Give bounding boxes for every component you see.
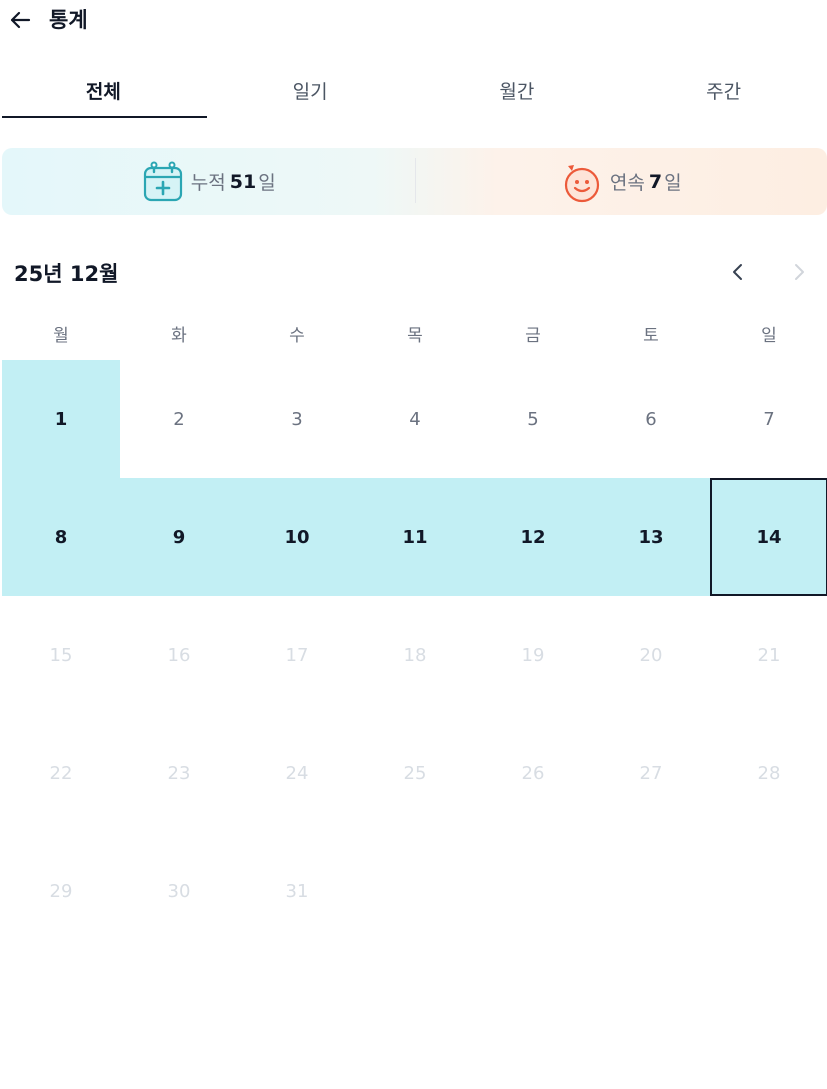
weekday-label: 수 bbox=[289, 325, 305, 346]
calendar-day[interactable]: 20 bbox=[592, 596, 710, 714]
calendar-day[interactable]: 19 bbox=[474, 596, 592, 714]
cumulative-unit: 일 bbox=[258, 172, 276, 194]
stats-summary-card: 누적 51 일 연속 7 일 bbox=[2, 148, 827, 215]
calendar-day[interactable]: 9 bbox=[120, 478, 238, 596]
calendar-day[interactable]: 14 bbox=[710, 478, 827, 596]
calendar-day[interactable]: 7 bbox=[710, 360, 827, 478]
weekday-label: 월 bbox=[53, 325, 69, 346]
tab-diary[interactable]: 일기 bbox=[207, 62, 414, 118]
tab-monthly[interactable]: 월간 bbox=[414, 62, 621, 118]
streak-days-stat: 연속 7 일 bbox=[415, 148, 827, 215]
calendar-day[interactable]: 5 bbox=[474, 360, 592, 478]
calendar-day[interactable]: 8 bbox=[2, 478, 120, 596]
header: 통계 bbox=[0, 0, 827, 40]
calendar-day[interactable]: 21 bbox=[710, 596, 827, 714]
page-title: 통계 bbox=[49, 8, 88, 32]
calendar-day[interactable]: 3 bbox=[238, 360, 356, 478]
calendar-day[interactable]: 28 bbox=[710, 714, 827, 832]
weekday-label: 금 bbox=[525, 325, 541, 346]
tab-weekly[interactable]: 주간 bbox=[620, 62, 827, 118]
calendar-day[interactable]: 30 bbox=[120, 832, 238, 950]
month-navigation: 25년 12월 bbox=[0, 250, 827, 294]
calendar-day[interactable]: 25 bbox=[356, 714, 474, 832]
calendar-day[interactable]: 29 bbox=[2, 832, 120, 950]
streak-label: 연속 bbox=[609, 172, 645, 194]
calendar-day[interactable]: 27 bbox=[592, 714, 710, 832]
weekday-label: 목 bbox=[407, 325, 423, 346]
calendar-day[interactable]: 15 bbox=[2, 596, 120, 714]
tab-all[interactable]: 전체 bbox=[0, 62, 207, 118]
calendar-day[interactable]: 12 bbox=[474, 478, 592, 596]
arrow-left-icon bbox=[10, 11, 31, 29]
calendar-day[interactable]: 26 bbox=[474, 714, 592, 832]
chevron-left-icon bbox=[733, 264, 742, 280]
calendar-day[interactable]: 4 bbox=[356, 360, 474, 478]
calendar-day[interactable]: 24 bbox=[238, 714, 356, 832]
calendar-day[interactable]: 2 bbox=[120, 360, 238, 478]
month-title: 25년 12월 bbox=[14, 262, 119, 286]
calendar-day[interactable]: 1 bbox=[2, 360, 120, 478]
calendar-day[interactable]: 17 bbox=[238, 596, 356, 714]
calendar-day[interactable]: 23 bbox=[120, 714, 238, 832]
streak-value: 7 bbox=[648, 170, 663, 193]
calendar-day[interactable]: 10 bbox=[238, 478, 356, 596]
cumulative-days-stat: 누적 51 일 bbox=[2, 148, 415, 215]
prev-month-button[interactable] bbox=[724, 258, 752, 286]
weekday-header: 월 화 수 목 금 토 일 bbox=[2, 315, 827, 351]
calendar-day[interactable]: 13 bbox=[592, 478, 710, 596]
weekday-label: 토 bbox=[643, 325, 659, 346]
back-button[interactable] bbox=[6, 6, 34, 34]
calendar-day[interactable]: 6 bbox=[592, 360, 710, 478]
smiley-face-icon bbox=[564, 164, 600, 202]
chevron-right-icon bbox=[795, 264, 804, 280]
calendar-day[interactable]: 11 bbox=[356, 478, 474, 596]
weekday-label: 일 bbox=[761, 325, 777, 346]
cumulative-label: 누적 bbox=[190, 172, 226, 194]
calendar-plus-icon bbox=[143, 161, 182, 201]
cumulative-value: 51 bbox=[229, 170, 257, 193]
calendar-day[interactable]: 18 bbox=[356, 596, 474, 714]
calendar-grid: 1 2 3 4 5 6 7 8 9 10 11 12 13 14 15 16 1… bbox=[2, 360, 827, 950]
streak-unit: 일 bbox=[664, 172, 682, 194]
weekday-label: 화 bbox=[171, 325, 187, 346]
stats-divider bbox=[415, 158, 416, 203]
next-month-button[interactable] bbox=[785, 258, 813, 286]
calendar-day[interactable]: 22 bbox=[2, 714, 120, 832]
calendar-day[interactable]: 16 bbox=[120, 596, 238, 714]
calendar-day[interactable]: 31 bbox=[238, 832, 356, 950]
tab-bar: 전체 일기 월간 주간 bbox=[0, 62, 827, 120]
